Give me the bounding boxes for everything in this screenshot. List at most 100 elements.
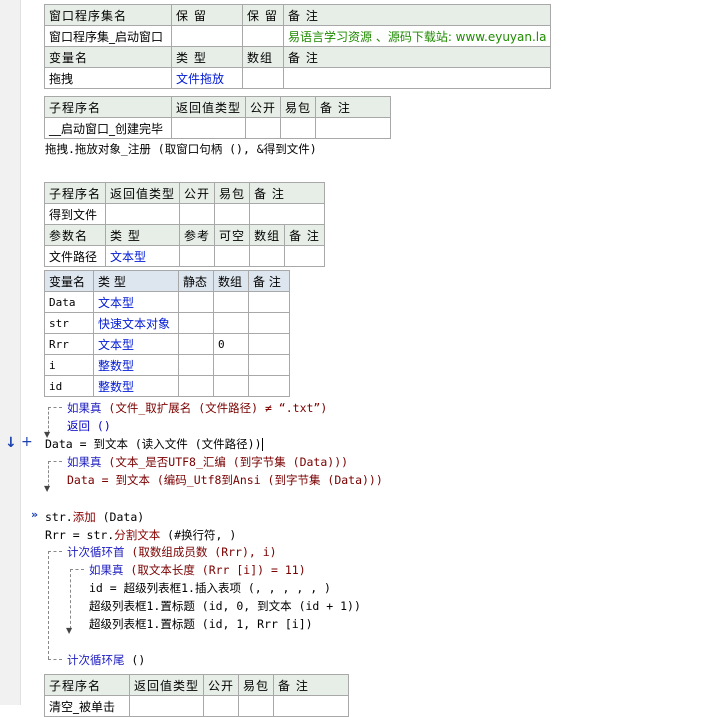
flow-arrow-icon: ▼ xyxy=(66,626,73,635)
flow-guide xyxy=(48,551,62,552)
code-line[interactable]: 如果真 (文本_是否UTF8_汇编 (到字节集 (Data))) xyxy=(67,454,348,470)
table-cell[interactable] xyxy=(242,25,284,47)
table-cell[interactable] xyxy=(213,312,249,334)
table-cell[interactable] xyxy=(248,291,290,313)
var-name-cell[interactable]: Rrr xyxy=(44,333,94,355)
keyword: 计次循环首 xyxy=(67,545,125,559)
table-cell[interactable] xyxy=(249,203,325,225)
table-cell[interactable] xyxy=(213,354,249,376)
table-cell[interactable] xyxy=(249,245,286,267)
code-line[interactable]: 超级列表框1.置标题 (id, 1, Rrr [i]) xyxy=(89,616,313,632)
code-text: (Data) xyxy=(95,510,145,524)
code-line-current[interactable]: Data = 到文本 (读入文件 (文件路径)) xyxy=(45,436,263,452)
program-set-note[interactable]: 易语言学习资源 、源码下载站: www.eyuyan.la xyxy=(282,25,552,47)
var-name-cell[interactable]: Data xyxy=(44,291,94,313)
var-type-cell[interactable]: 文本型 xyxy=(93,333,179,355)
table-cell[interactable] xyxy=(170,117,247,139)
var-name-cell[interactable]: 拖拽 xyxy=(44,67,172,89)
var-name-cell[interactable]: i xyxy=(44,354,94,376)
sub-name-cell[interactable]: __启动窗口_创建完毕 xyxy=(44,117,172,139)
code-line[interactable]: id = 超级列表框1.插入表项 (, , , , , ) xyxy=(89,580,331,596)
code-line[interactable]: Rrr = str.分割文本 (#换行符, ) xyxy=(45,527,236,543)
table-cell[interactable] xyxy=(178,354,214,376)
table-cell[interactable] xyxy=(213,375,249,397)
header-cell: 易包 xyxy=(214,182,251,204)
sub-name-cell[interactable]: 得到文件 xyxy=(43,203,107,225)
code-line[interactable]: str.添加 (Data) xyxy=(45,509,144,525)
local-vars-table: 变量名 类 型 静态 数组 备 注 Data 文本型 str 快速文本对象 Rr… xyxy=(44,270,290,397)
header-cell: 数组 xyxy=(249,224,286,246)
table-cell[interactable] xyxy=(245,117,282,139)
code-line-register-drop[interactable]: 拖拽.拖放对象_注册 (取窗口句柄 (), &得到文件) xyxy=(45,141,317,157)
code-text: () xyxy=(124,653,146,667)
var-type-cell[interactable]: 文本型 xyxy=(93,291,179,313)
code-line[interactable]: 超级列表框1.置标题 (id, 0, 到文本 (id + 1)) xyxy=(89,598,361,614)
table-cell[interactable] xyxy=(171,25,243,47)
plus-icon[interactable]: + xyxy=(21,434,33,450)
sub-table-clear: 子程序名 返回值类型 公开 易包 备 注 清空_被单击 xyxy=(44,674,350,717)
header-cell: 备 注 xyxy=(284,224,325,246)
table-cell[interactable] xyxy=(179,245,216,267)
table-cell[interactable]: 0 xyxy=(213,333,249,355)
header-cell: 易包 xyxy=(280,96,317,118)
code-line[interactable]: Data = 到文本 (编码_Utf8到Ansi (到字节集 (Data))) xyxy=(67,472,383,488)
table-cell[interactable] xyxy=(178,312,214,334)
table-cell[interactable] xyxy=(105,203,181,225)
table-cell[interactable] xyxy=(203,695,240,717)
table-cell[interactable] xyxy=(238,695,275,717)
table-cell[interactable] xyxy=(178,375,214,397)
table-cell[interactable] xyxy=(282,67,552,89)
header-cell: 静态 xyxy=(178,270,214,292)
code-line[interactable]: 计次循环首 (取数组成员数 (Rrr), i) xyxy=(67,544,277,560)
table-cell[interactable] xyxy=(179,203,216,225)
param-type-cell[interactable]: 文本型 xyxy=(105,245,181,267)
header-cell: 备 注 xyxy=(249,182,325,204)
var-type-cell[interactable]: 整数型 xyxy=(93,375,179,397)
down-arrow-icon[interactable]: ↓ xyxy=(5,435,17,451)
table-cell[interactable] xyxy=(280,117,317,139)
header-cell: 公开 xyxy=(179,182,216,204)
code-text: (取文本长度 (Rrr [i]) = 11) xyxy=(123,563,306,577)
var-name-cell[interactable]: str xyxy=(44,312,94,334)
table-cell[interactable] xyxy=(315,117,392,139)
table-cell[interactable] xyxy=(248,333,290,355)
table-cell[interactable] xyxy=(178,333,214,355)
header-cell: 类 型 xyxy=(171,46,243,68)
table-cell[interactable] xyxy=(273,695,350,717)
table-cell[interactable] xyxy=(284,245,325,267)
code-text: (文件_取扩展名 (文件路径) ≠ “.txt”) xyxy=(101,401,328,415)
code-line[interactable]: 返回 () xyxy=(67,418,111,434)
code-text: Data = 到文本 (读入文件 (文件路径)) xyxy=(45,437,262,451)
table-cell[interactable] xyxy=(128,695,205,717)
keyword: 如果真 xyxy=(67,401,102,415)
table-cell[interactable] xyxy=(178,291,214,313)
param-name-cell[interactable]: 文件路径 xyxy=(43,245,107,267)
bookmark-icon[interactable]: » xyxy=(31,508,38,521)
table-cell[interactable] xyxy=(248,375,290,397)
header-cell: 备 注 xyxy=(315,96,392,118)
header-cell: 类 型 xyxy=(93,270,179,292)
program-set-table: 窗口程序集名 保 留 保 留 备 注 窗口程序集_启动窗口 易语言学习资源 、源… xyxy=(44,4,552,89)
sub-name-cell[interactable]: 清空_被单击 xyxy=(44,695,130,717)
code-line[interactable]: 如果真 (取文本长度 (Rrr [i]) = 11) xyxy=(89,562,306,578)
var-type-cell[interactable]: 文件拖放 xyxy=(171,67,243,89)
var-type-cell[interactable]: 整数型 xyxy=(93,354,179,376)
var-name-cell[interactable]: id xyxy=(44,375,94,397)
header-cell: 窗口程序集名 xyxy=(44,4,172,26)
table-cell[interactable] xyxy=(242,67,284,89)
header-cell: 备 注 xyxy=(248,270,290,292)
code-line[interactable]: 计次循环尾 () xyxy=(67,652,145,668)
table-cell[interactable] xyxy=(214,245,251,267)
code-line[interactable]: 如果真 (文件_取扩展名 (文件路径) ≠ “.txt”) xyxy=(67,400,327,416)
program-set-name[interactable]: 窗口程序集_启动窗口 xyxy=(44,25,172,47)
header-cell: 备 注 xyxy=(282,46,552,68)
header-cell: 返回值类型 xyxy=(170,96,247,118)
table-cell[interactable] xyxy=(248,354,290,376)
var-type-cell[interactable]: 快速文本对象 xyxy=(93,312,179,334)
table-cell[interactable] xyxy=(214,203,251,225)
code-text: (取数组成员数 (Rrr), i) xyxy=(124,545,277,559)
table-cell[interactable] xyxy=(213,291,249,313)
header-cell: 数组 xyxy=(213,270,249,292)
table-cell[interactable] xyxy=(248,312,290,334)
keyword: 如果真 xyxy=(89,563,124,577)
